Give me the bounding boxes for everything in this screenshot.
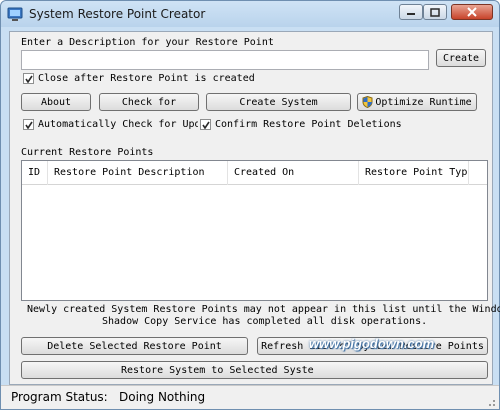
check-for-updates-button[interactable]: Check for [99,93,199,111]
close-after-label: Close after Restore Point is created [38,73,255,84]
status-bar: Program Status: Doing Nothing [1,385,499,409]
confirm-deletions-label: Confirm Restore Point Deletions [215,119,402,130]
watermark-text: www.pigodown.com [309,336,435,351]
delete-restore-point-button[interactable]: Delete Selected Restore Point [21,337,248,355]
status-label: Program Status: [11,390,108,404]
title-bar[interactable]: System Restore Point Creator [1,1,499,27]
about-button-label: About [40,96,72,108]
auto-check-updates-checkbox[interactable] [23,119,34,130]
column-header-id[interactable]: ID [22,161,48,185]
checkmark-icon [202,121,210,129]
notice-line-1: Newly created System Restore Points may … [27,304,500,315]
checkmark-icon [25,121,33,129]
maximize-button[interactable] [423,4,447,20]
window-title: System Restore Point Creator [29,7,206,21]
auto-check-updates-label: Automatically Check for Updat [38,119,198,130]
check-for-button-label: Check for [121,96,177,108]
close-after-checkbox[interactable] [23,73,34,84]
checkmark-icon [25,75,33,83]
create-button[interactable]: Create [436,49,486,67]
restore-points-list[interactable]: ID Restore Point Description Created On … [21,160,488,301]
column-header-type[interactable]: Restore Point Type [359,161,469,185]
description-input[interactable] [21,50,429,70]
minimize-icon [407,13,415,15]
column-header-description[interactable]: Restore Point Description [48,161,228,185]
status-value: Doing Nothing [119,390,206,404]
create-system-button-label: Create System [239,96,318,108]
close-button[interactable] [451,4,493,20]
shield-icon [362,96,373,108]
app-window: System Restore Point Creator Enter a Des… [0,0,500,410]
notice-line-2: Shadow Copy Service has completed all di… [102,316,428,327]
resize-grip-icon[interactable] [485,396,497,408]
optimize-runtime-button[interactable]: Optimize Runtime [357,93,477,111]
minimize-button[interactable] [399,4,423,20]
about-button[interactable]: About [21,93,91,111]
description-label: Enter a Description for your Restore Poi… [21,37,274,48]
delete-button-label: Delete Selected Restore Point [47,340,222,352]
confirm-deletions-checkbox[interactable] [200,119,211,130]
list-header: ID Restore Point Description Created On … [22,161,487,185]
current-restore-points-label: Current Restore Points [21,147,154,158]
optimize-runtime-label: Optimize Runtime [375,96,472,108]
maximize-icon [430,7,440,17]
app-icon [7,7,23,21]
restore-system-button[interactable]: Restore System to Selected Syste [21,361,488,379]
close-icon [467,7,477,17]
create-button-label: Create [442,52,480,64]
column-header-created-on[interactable]: Created On [228,161,359,185]
restore-button-label: Restore System to Selected Syste [121,364,314,376]
create-system-checkpoint-button[interactable]: Create System [206,93,351,111]
